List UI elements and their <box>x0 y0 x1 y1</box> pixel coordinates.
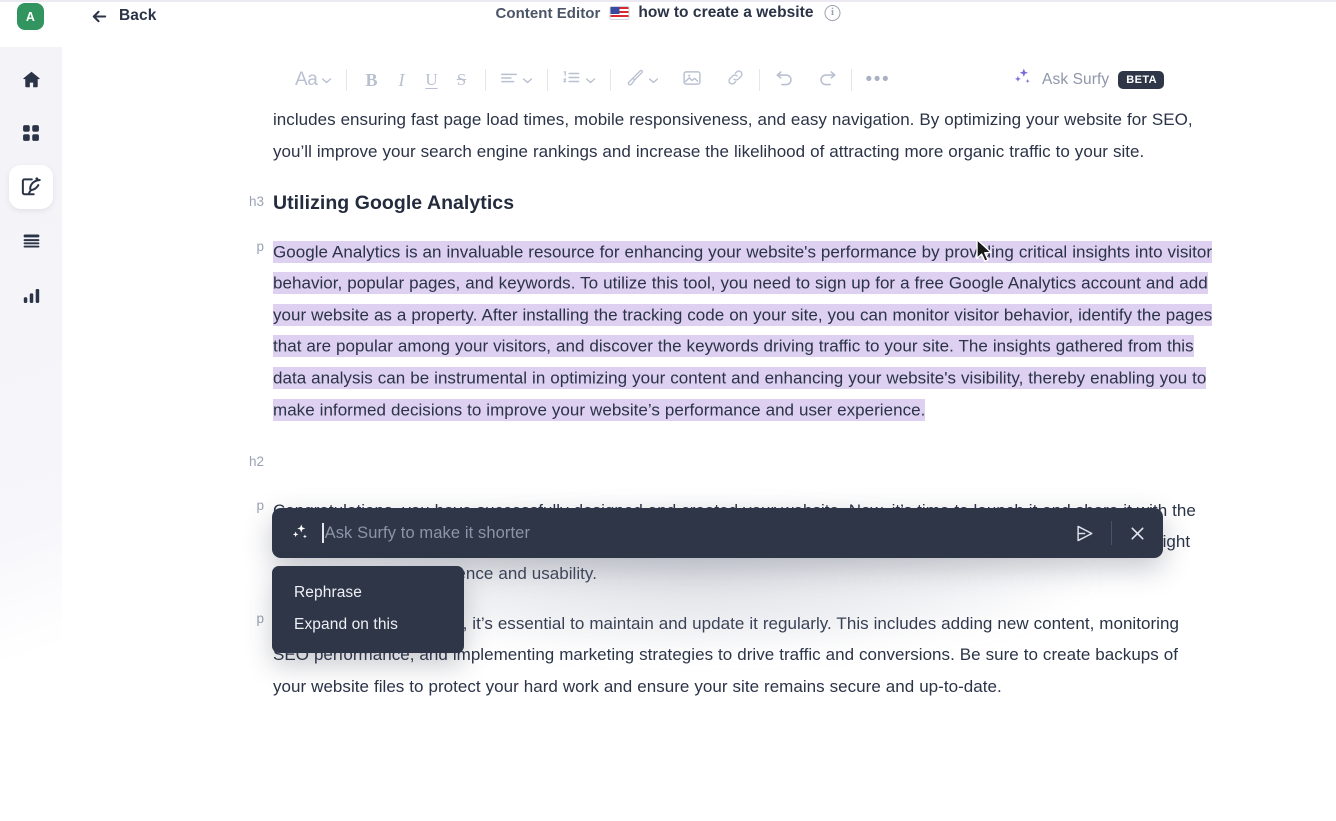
block-type-label: h3 <box>248 194 264 210</box>
list-dropdown[interactable] <box>557 63 601 97</box>
top-header-bar: A Back Content Editor how to create a we… <box>0 0 1336 47</box>
chevron-down-icon <box>321 77 332 84</box>
breadcrumb: Content Editor how to create a website i <box>495 4 841 22</box>
underline-button[interactable]: U <box>416 63 446 97</box>
toolbar-controls: Aa B I U S ••• <box>290 47 894 113</box>
ask-surfy-menu: Rephrase Expand on this <box>272 566 464 653</box>
document-title: how to create a website <box>638 4 814 21</box>
document-block[interactable]: p Once your website is live, it’s essent… <box>62 608 1336 703</box>
chevron-down-icon <box>522 77 533 84</box>
sidebar-item-analytics[interactable] <box>9 273 53 317</box>
underline-icon: U <box>425 70 438 89</box>
sidebar-item-content-audit[interactable] <box>9 219 53 263</box>
back-button-label: Back <box>119 7 157 24</box>
undo-button[interactable] <box>769 63 799 97</box>
strikethrough-button[interactable]: S <box>446 63 476 97</box>
sidebar-item-home[interactable] <box>9 57 53 101</box>
lines-icon <box>21 231 42 252</box>
brush-icon <box>625 68 644 92</box>
back-button[interactable]: Back <box>90 4 156 28</box>
text-align-dropdown[interactable] <box>495 63 538 97</box>
block-type-label: h2 <box>248 453 264 469</box>
grid-icon <box>21 123 41 143</box>
menu-item-label: Rephrase <box>294 584 363 601</box>
app-root: A Back Content Editor how to create a we… <box>0 0 1336 821</box>
document-block[interactable]: h3 Utilizing Google Analytics <box>62 188 1336 218</box>
strikethrough-icon: S <box>456 70 467 89</box>
divider <box>1111 521 1112 545</box>
sidebar-item-dashboard[interactable] <box>9 111 53 155</box>
document-canvas[interactable]: includes ensuring fast page load times, … <box>62 100 1336 821</box>
text-caret <box>322 523 324 543</box>
menu-item-rephrase[interactable]: Rephrase <box>272 577 464 609</box>
toolbar-divider <box>485 69 487 91</box>
info-circle-icon[interactable]: i <box>824 5 841 21</box>
ask-surfy-input-bar[interactable] <box>272 508 1163 558</box>
paragraph-text[interactable]: includes ensuring fast page load times, … <box>273 104 1216 167</box>
block-type-label: p <box>256 497 264 513</box>
document-block[interactable]: includes ensuring fast page load times, … <box>62 104 1336 167</box>
redo-icon <box>817 68 838 92</box>
block-type-label: p <box>256 610 264 626</box>
link-icon <box>726 68 745 92</box>
toolbar-divider <box>759 69 761 91</box>
heading-text[interactable]: Utilizing Google Analytics <box>273 188 1216 218</box>
beta-badge: BETA <box>1118 71 1164 89</box>
document-block[interactable]: p Google Analytics is an invaluable reso… <box>62 236 1336 426</box>
align-left-icon <box>500 70 518 91</box>
toolbar-divider <box>547 69 549 91</box>
numbered-list-icon <box>562 69 581 91</box>
content-editor-icon <box>20 176 43 199</box>
left-sidebar <box>0 47 62 821</box>
insert-link-button[interactable] <box>720 63 750 97</box>
bar-chart-icon <box>21 285 42 306</box>
insert-image-button[interactable] <box>677 63 707 97</box>
font-size-dropdown[interactable]: Aa <box>290 63 337 97</box>
bold-button[interactable]: B <box>356 63 386 97</box>
menu-item-expand-on-this[interactable]: Expand on this <box>272 609 464 641</box>
arrow-left-icon <box>90 7 109 26</box>
image-icon <box>682 69 702 92</box>
close-icon[interactable] <box>1128 524 1147 543</box>
more-options-button[interactable]: ••• <box>861 63 894 97</box>
sparkles-icon <box>1012 67 1033 93</box>
highlighted-paragraph[interactable]: Google Analytics is an invaluable resour… <box>273 236 1216 426</box>
bold-icon: B <box>365 69 378 90</box>
selected-text: Google Analytics is an invaluable resour… <box>273 240 1213 421</box>
ellipsis-icon: ••• <box>865 69 891 90</box>
ask-surfy-label: Ask Surfy <box>1042 71 1110 88</box>
redo-button[interactable] <box>812 63 842 97</box>
document-block[interactable]: h2 <box>62 445 1336 483</box>
highlight-dropdown[interactable] <box>620 63 664 97</box>
menu-item-label: Expand on this <box>294 616 398 633</box>
undo-icon <box>774 68 795 92</box>
chevron-down-icon <box>648 77 659 84</box>
italic-icon: I <box>398 69 405 90</box>
block-type-label: p <box>256 239 264 255</box>
app-logo[interactable]: A <box>17 3 44 30</box>
chevron-down-icon <box>585 77 596 84</box>
us-flag-icon <box>609 6 630 20</box>
toolbar-divider <box>610 69 612 91</box>
section-title: Content Editor <box>495 4 601 22</box>
toolbar-divider <box>346 69 348 91</box>
italic-button[interactable]: I <box>386 63 416 97</box>
editor-toolbar: Aa B I U S ••• Ask Surfy BETA <box>62 47 1336 113</box>
sidebar-item-content-editor[interactable] <box>9 165 53 209</box>
ask-surfy-button[interactable]: Ask Surfy BETA <box>1012 63 1164 97</box>
toolbar-divider <box>851 69 853 91</box>
font-size-label: Aa <box>295 69 318 90</box>
ask-surfy-input[interactable] <box>324 518 1074 548</box>
sparkles-icon <box>290 523 310 543</box>
home-icon <box>21 69 42 90</box>
send-icon[interactable] <box>1074 523 1095 544</box>
sidebar-items <box>0 57 62 327</box>
